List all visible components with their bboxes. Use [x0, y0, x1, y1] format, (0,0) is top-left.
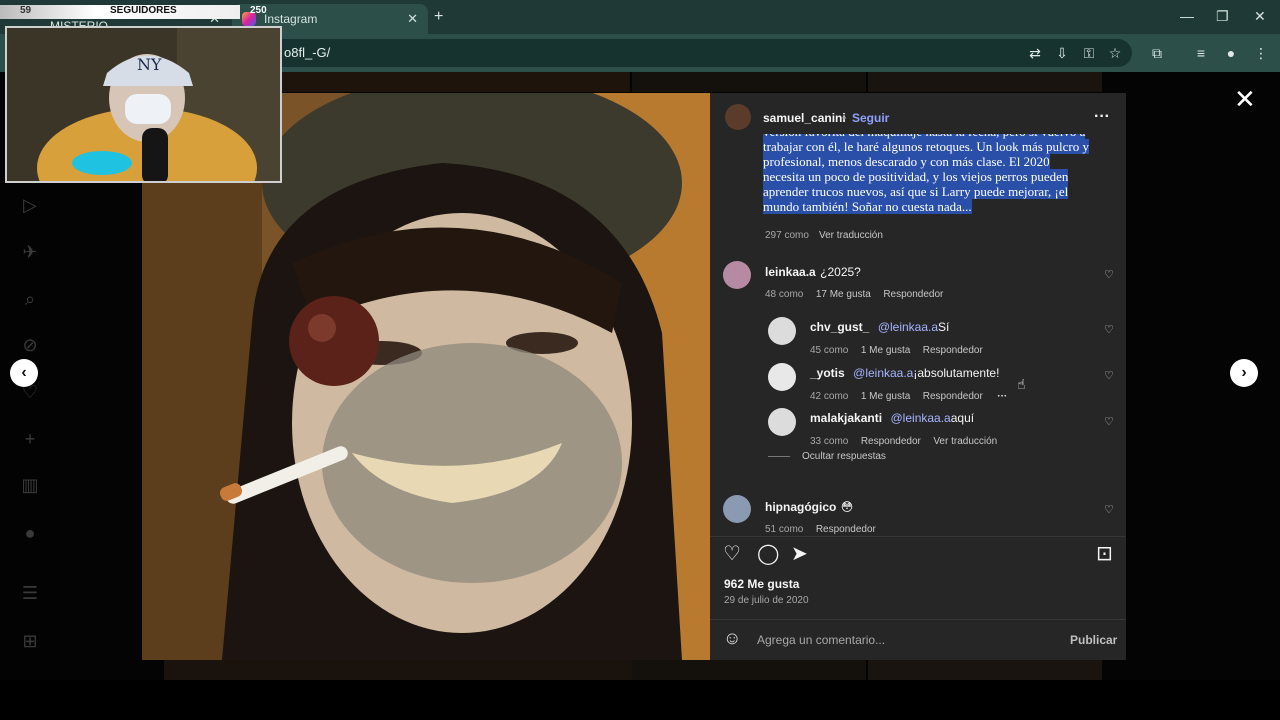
comment-bubble-icon[interactable]: ◯ — [757, 541, 779, 566]
reply-avatar[interactable] — [768, 408, 796, 436]
comment-meta: 48 como 17 Me gusta Respondedor — [765, 284, 943, 302]
reply-button[interactable]: Respondedor — [861, 436, 921, 447]
reply-gusta[interactable]: 1 Me gusta — [861, 391, 910, 402]
reply-button[interactable]: Respondedor — [923, 345, 983, 356]
reply-avatar[interactable] — [768, 317, 796, 345]
reply-likes: 45 como — [810, 345, 849, 356]
comment-like-heart-icon[interactable]: ♡ — [1104, 503, 1114, 516]
caption-text: versión favorita del maquillaje hasta la… — [763, 134, 1089, 214]
comment-username[interactable]: hipnagógico — [765, 500, 836, 514]
caption-likes: 297 como — [765, 230, 809, 241]
bookmark-star-icon[interactable]: ☆ — [1106, 44, 1124, 62]
divider — [710, 536, 1126, 537]
author-username[interactable]: samuel_canini — [763, 111, 846, 125]
comment-like-heart-icon[interactable]: ♡ — [1104, 268, 1114, 281]
svg-text:NY: NY — [137, 55, 162, 74]
password-key-icon[interactable]: ⚿ — [1080, 44, 1098, 62]
likes-count[interactable]: 962 Me gusta — [724, 577, 799, 591]
hide-replies-line — [768, 456, 790, 457]
reply-options-icon[interactable]: ··· — [997, 391, 1007, 402]
reply-item: malakjakanti @leinkaa.aaquí — [810, 409, 974, 427]
share-send-icon[interactable]: ➤ — [791, 541, 808, 566]
bottom-black-bar — [0, 680, 1280, 720]
reply-button[interactable]: Respondedor — [923, 391, 983, 402]
divider — [710, 619, 1126, 620]
reply-mention[interactable]: @leinkaa.a — [891, 411, 951, 425]
reply-likes: 42 como — [810, 391, 849, 402]
comment-username[interactable]: leinkaa.a — [765, 265, 816, 279]
reply-gusta[interactable]: 1 Me gusta — [861, 345, 910, 356]
like-heart-icon[interactable]: ♡ — [723, 541, 741, 566]
new-tab-button[interactable]: + — [434, 8, 443, 26]
comment-gusta[interactable]: 17 Me gusta — [816, 289, 871, 300]
reply-item: _yotis @leinkaa.a¡absolutamente! — [810, 364, 999, 382]
comment-text: ¿2025? — [820, 265, 861, 279]
followers-count: 250 — [250, 5, 267, 16]
comment-avatar[interactable] — [723, 495, 751, 523]
reply-username[interactable]: chv_gust_ — [810, 320, 869, 334]
reply-like-heart-icon[interactable]: ♡ — [1104, 369, 1114, 382]
media-control-icon[interactable]: ≡ — [1192, 44, 1210, 62]
url-text: o8fl_-G/ — [284, 45, 331, 60]
mouse-cursor-icon: ☝ — [1017, 376, 1026, 392]
comment-text: 😳 — [840, 500, 854, 514]
webcam-overlay: NY — [5, 26, 282, 183]
dot-separator: • — [842, 111, 847, 125]
overlay-left-count: 59 — [20, 5, 32, 16]
reply-mention[interactable]: @leinkaa.a — [853, 366, 913, 380]
profile-avatar-icon[interactable]: ● — [1222, 44, 1240, 62]
reply-meta: 33 como Respondedor Ver traducción — [810, 431, 997, 449]
reply-meta: 45 como 1 Me gusta Respondedor — [810, 340, 983, 358]
followers-label: SEGUIDORES — [110, 5, 177, 16]
follow-button[interactable]: Seguir — [852, 111, 889, 125]
reply-avatar[interactable] — [768, 363, 796, 391]
webcam-feed-illustration: NY — [7, 28, 280, 181]
reply-text: ¡absolutamente! — [913, 366, 1000, 380]
reply-button[interactable]: Respondedor — [816, 524, 876, 535]
publish-button[interactable]: Publicar — [1070, 633, 1117, 647]
comment-likes: 51 como — [765, 524, 804, 535]
reply-button[interactable]: Respondedor — [883, 289, 943, 300]
post-date: 29 de julio de 2020 — [724, 595, 809, 606]
comment-input[interactable]: Agrega un comentario... — [757, 633, 885, 647]
next-post-button[interactable]: › — [1230, 359, 1258, 387]
window-close-button[interactable]: ✕ — [1254, 8, 1266, 25]
save-bookmark-icon[interactable]: ⊡ — [1096, 541, 1113, 566]
comment-item: leinkaa.a ¿2025? — [765, 263, 861, 281]
caption-translate-link[interactable]: Ver traducción — [819, 230, 883, 241]
translate-icon[interactable]: ⇄ — [1026, 44, 1044, 62]
post-options-icon[interactable]: ··· — [1094, 108, 1110, 126]
comment-meta: 51 como Respondedor — [765, 519, 876, 537]
author-avatar[interactable] — [725, 104, 751, 130]
browser-menu-icon[interactable]: ⋮ — [1252, 44, 1270, 62]
reply-translate-link[interactable]: Ver traducción — [933, 436, 997, 447]
address-bar[interactable]: o8fl_-G/ — [220, 39, 1132, 67]
reply-meta: 42 como 1 Me gusta Respondedor ··· — [810, 386, 1007, 404]
install-icon[interactable]: ⇩ — [1053, 44, 1071, 62]
previous-post-button[interactable]: ‹ — [10, 359, 38, 387]
reply-username[interactable]: _yotis — [810, 366, 845, 380]
comment-item: hipnagógico 😳 — [765, 498, 853, 516]
post-caption: versión favorita del maquillaje hasta la… — [763, 134, 1093, 226]
hide-replies-button[interactable]: Ocultar respuestas — [802, 451, 886, 462]
extensions-icon[interactable]: ⧉ — [1148, 44, 1166, 62]
reply-like-heart-icon[interactable]: ♡ — [1104, 415, 1114, 428]
reply-text: aquí — [950, 411, 975, 425]
tab-close-icon[interactable]: ✕ — [407, 11, 418, 27]
reply-mention[interactable]: @leinkaa.a — [878, 320, 938, 334]
reply-likes: 33 como — [810, 436, 849, 447]
comment-likes: 48 como — [765, 289, 804, 300]
reply-text: Sí — [938, 320, 950, 334]
reply-like-heart-icon[interactable]: ♡ — [1104, 323, 1114, 336]
maximize-button[interactable]: ❐ — [1216, 8, 1229, 25]
minimize-button[interactable]: — — [1180, 8, 1194, 24]
reply-username[interactable]: malakjakanti — [810, 411, 882, 425]
comment-avatar[interactable] — [723, 261, 751, 289]
emoji-icon[interactable]: ☺ — [723, 628, 741, 649]
modal-close-icon[interactable]: ✕ — [1234, 84, 1256, 115]
reply-item: chv_gust_ @leinkaa.aSí — [810, 318, 949, 336]
tab-instagram-title: Instagram — [264, 12, 318, 26]
